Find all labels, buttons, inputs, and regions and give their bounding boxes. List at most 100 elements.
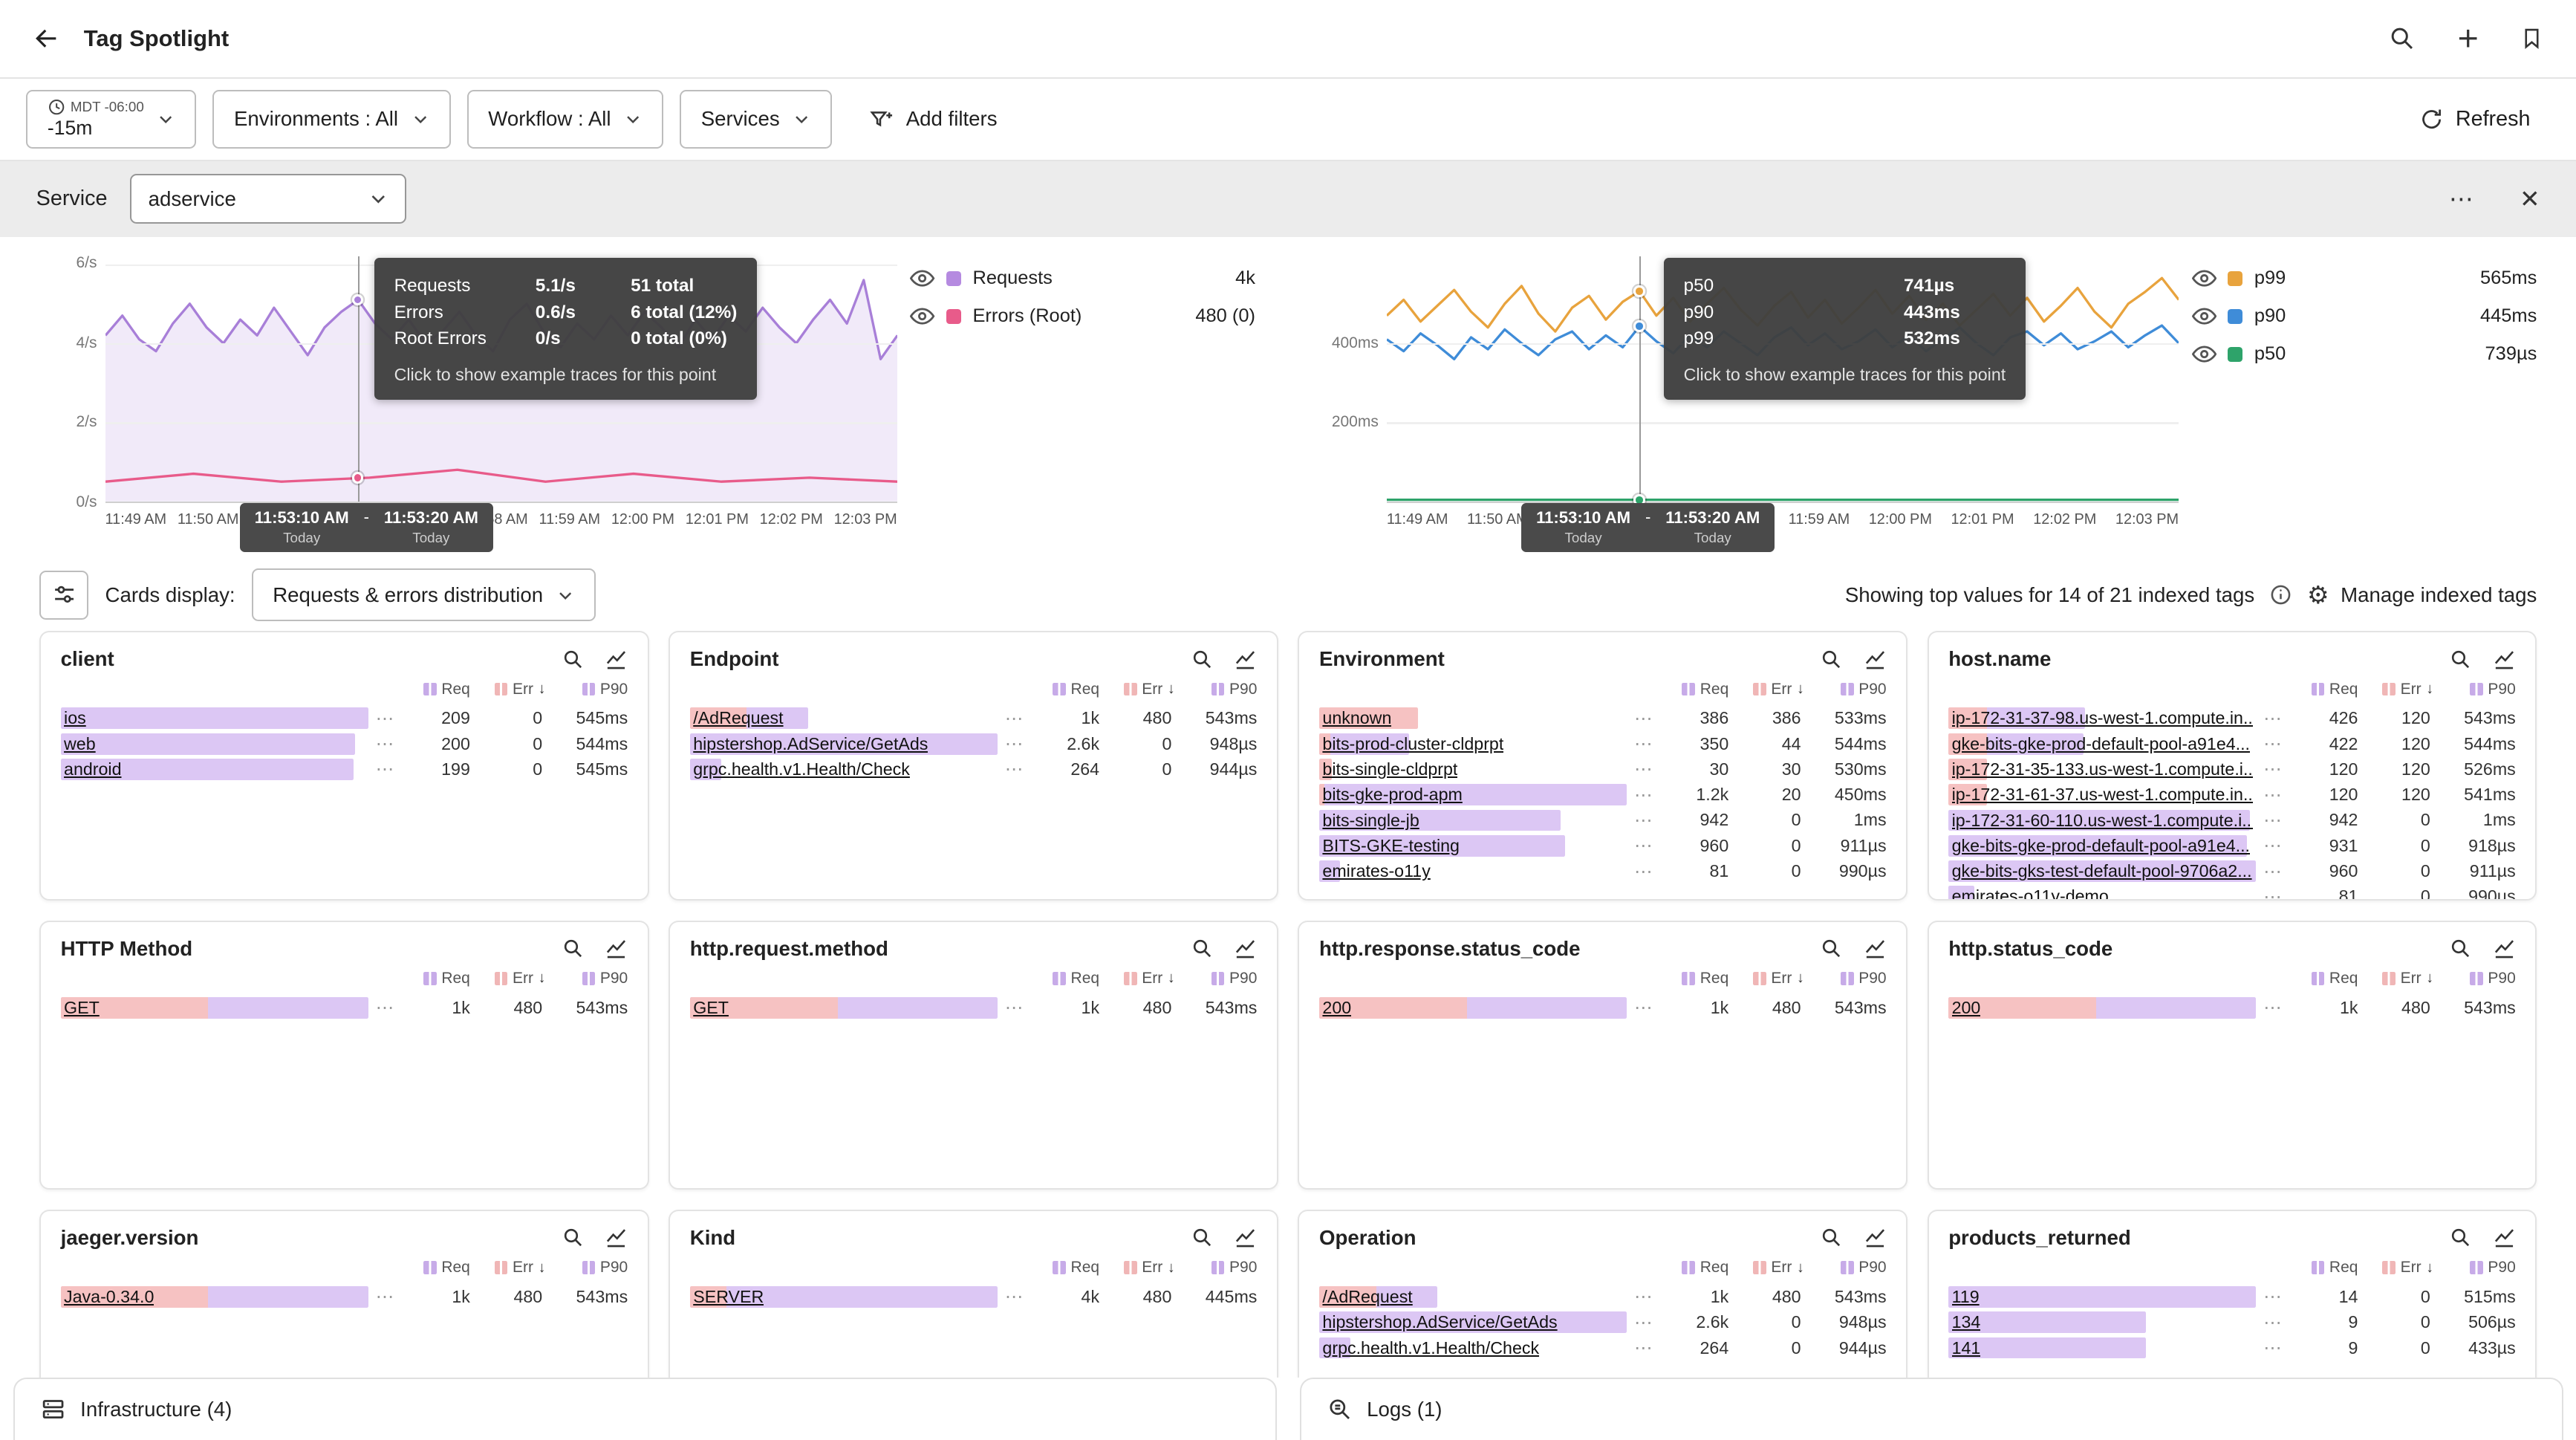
add-filters-button[interactable]: Add filters xyxy=(848,90,1017,149)
cursor-point[interactable] xyxy=(1633,285,1645,296)
tag-value-link[interactable]: gke-bits-gke-prod-default-pool-a91e4... xyxy=(1952,733,2250,755)
column-err[interactable]: Err↓ xyxy=(2358,1259,2433,1277)
tag-value-link[interactable]: BITS-GKE-testing xyxy=(1322,835,1460,857)
tag-value-link[interactable]: emirates-o11y-demo xyxy=(1952,886,2109,901)
tag-value-link[interactable]: 119 xyxy=(1952,1286,1980,1308)
card-chart-icon[interactable] xyxy=(2493,1226,2516,1249)
infrastructure-tab[interactable]: Infrastructure (4) xyxy=(13,1378,1277,1440)
tag-value-link[interactable]: GET xyxy=(64,997,100,1019)
column-err[interactable]: Err↓ xyxy=(470,681,546,698)
row-menu-icon[interactable]: ⋯ xyxy=(1001,996,1027,1019)
card-search-icon[interactable] xyxy=(1191,938,1213,959)
row-menu-icon[interactable]: ⋯ xyxy=(2260,834,2286,857)
card-chart-icon[interactable] xyxy=(605,937,628,960)
card-chart-icon[interactable] xyxy=(1864,937,1887,960)
card-search-icon[interactable] xyxy=(562,938,584,959)
tag-value-link[interactable]: bits-single-cldprpt xyxy=(1322,759,1457,780)
display-settings-button[interactable] xyxy=(39,571,88,620)
back-button[interactable] xyxy=(33,25,61,53)
row-menu-icon[interactable]: ⋯ xyxy=(2260,860,2286,883)
row-menu-icon[interactable]: ⋯ xyxy=(1630,834,1656,857)
cursor-point[interactable] xyxy=(1633,320,1645,331)
cards-display-select[interactable]: Requests & errors distribution xyxy=(252,568,596,621)
card-search-icon[interactable] xyxy=(2450,649,2471,670)
column-p90[interactable]: P90 xyxy=(2433,970,2516,987)
row-menu-icon[interactable]: ⋯ xyxy=(2260,707,2286,730)
tag-value-link[interactable]: gke-bits-gke-prod-default-pool-a91e4... xyxy=(1952,835,2250,857)
row-menu-icon[interactable]: ⋯ xyxy=(2260,758,2286,780)
column-req[interactable]: Req xyxy=(1024,1259,1099,1277)
tag-value-link[interactable]: bits-single-jb xyxy=(1322,810,1419,831)
row-menu-icon[interactable]: ⋯ xyxy=(1001,707,1027,730)
tag-value-link[interactable]: gke-bits-gks-test-default-pool-9706a2... xyxy=(1952,860,2252,882)
row-menu-icon[interactable]: ⋯ xyxy=(2260,996,2286,1019)
column-req[interactable]: Req xyxy=(1653,1259,1729,1277)
toggle-visibility-eye-icon[interactable] xyxy=(910,304,934,328)
row-menu-icon[interactable]: ⋯ xyxy=(1001,733,1027,755)
column-p90[interactable]: P90 xyxy=(1804,681,1887,698)
row-menu-icon[interactable]: ⋯ xyxy=(371,733,397,755)
search-icon[interactable] xyxy=(2389,25,2415,51)
column-p90[interactable]: P90 xyxy=(1175,1259,1258,1277)
toggle-visibility-eye-icon[interactable] xyxy=(910,266,934,291)
tag-value-link[interactable]: hipstershop.AdService/GetAds xyxy=(1322,1311,1557,1333)
tag-value-link[interactable]: grpc.health.v1.Health/Check xyxy=(693,759,910,780)
column-req[interactable]: Req xyxy=(1024,970,1099,987)
tag-value-link[interactable]: 141 xyxy=(1952,1337,1981,1359)
card-chart-icon[interactable] xyxy=(605,1226,628,1249)
row-menu-icon[interactable]: ⋯ xyxy=(1630,784,1656,806)
column-req[interactable]: Req xyxy=(1653,681,1729,698)
column-err[interactable]: Err↓ xyxy=(2358,970,2433,987)
column-err[interactable]: Err↓ xyxy=(1728,681,1804,698)
card-search-icon[interactable] xyxy=(1821,938,1842,959)
time-range-picker[interactable]: MDT -06:00 -15m xyxy=(26,90,196,149)
tag-value-link[interactable]: emirates-o11y xyxy=(1322,860,1430,882)
tag-value-link[interactable]: 200 xyxy=(1322,997,1351,1019)
row-menu-icon[interactable]: ⋯ xyxy=(1630,860,1656,883)
column-req[interactable]: Req xyxy=(1024,681,1099,698)
card-chart-icon[interactable] xyxy=(1864,1226,1887,1249)
tag-value-link[interactable]: ip-172-31-61-37.us-west-1.compute.in... xyxy=(1952,784,2254,805)
column-p90[interactable]: P90 xyxy=(546,1259,628,1277)
column-err[interactable]: Err↓ xyxy=(1099,681,1175,698)
column-err[interactable]: Err↓ xyxy=(1728,1259,1804,1277)
column-req[interactable]: Req xyxy=(2283,1259,2358,1277)
more-options-icon[interactable]: ⋯ xyxy=(2449,184,2473,214)
row-menu-icon[interactable]: ⋯ xyxy=(371,996,397,1019)
row-menu-icon[interactable]: ⋯ xyxy=(1001,1285,1027,1308)
card-search-icon[interactable] xyxy=(1821,649,1842,670)
column-p90[interactable]: P90 xyxy=(1175,681,1258,698)
latency-chart-plot[interactable]: p50741µsp90443msp99532ms Click to show e… xyxy=(1387,256,2179,503)
tag-value-link[interactable]: android xyxy=(64,759,121,780)
row-menu-icon[interactable]: ⋯ xyxy=(1630,758,1656,780)
tag-value-link[interactable]: hipstershop.AdService/GetAds xyxy=(693,733,928,755)
row-menu-icon[interactable]: ⋯ xyxy=(2260,1337,2286,1359)
toggle-visibility-eye-icon[interactable] xyxy=(2192,304,2216,328)
services-filter[interactable]: Services xyxy=(680,90,832,149)
card-search-icon[interactable] xyxy=(2450,938,2471,959)
row-menu-icon[interactable]: ⋯ xyxy=(1001,758,1027,780)
requests-chart-plot[interactable]: Requests5.1/s51 totalErrors0.6/s6 total … xyxy=(105,256,897,503)
card-chart-icon[interactable] xyxy=(1234,1226,1257,1249)
refresh-button[interactable]: Refresh xyxy=(2400,90,2550,149)
row-menu-icon[interactable]: ⋯ xyxy=(2260,1311,2286,1334)
column-p90[interactable]: P90 xyxy=(1804,970,1887,987)
column-req[interactable]: Req xyxy=(394,970,470,987)
info-icon[interactable] xyxy=(2269,583,2292,606)
column-req[interactable]: Req xyxy=(2283,681,2358,698)
row-menu-icon[interactable]: ⋯ xyxy=(1630,1337,1656,1359)
column-err[interactable]: Err↓ xyxy=(470,1259,546,1277)
card-chart-icon[interactable] xyxy=(1234,937,1257,960)
tag-value-link[interactable]: ip-172-31-37-98.us-west-1.compute.in... xyxy=(1952,707,2254,729)
row-menu-icon[interactable]: ⋯ xyxy=(371,758,397,780)
tag-value-link[interactable]: web xyxy=(64,733,96,755)
card-chart-icon[interactable] xyxy=(1864,648,1887,671)
toggle-visibility-eye-icon[interactable] xyxy=(2192,342,2216,366)
card-chart-icon[interactable] xyxy=(605,648,628,671)
chart-tooltip[interactable]: Requests5.1/s51 totalErrors0.6/s6 total … xyxy=(374,258,757,400)
column-req[interactable]: Req xyxy=(394,681,470,698)
card-search-icon[interactable] xyxy=(1191,649,1213,670)
close-icon[interactable]: ✕ xyxy=(2520,184,2540,214)
logs-tab[interactable]: Logs (1) xyxy=(1300,1378,2563,1440)
column-req[interactable]: Req xyxy=(2283,970,2358,987)
